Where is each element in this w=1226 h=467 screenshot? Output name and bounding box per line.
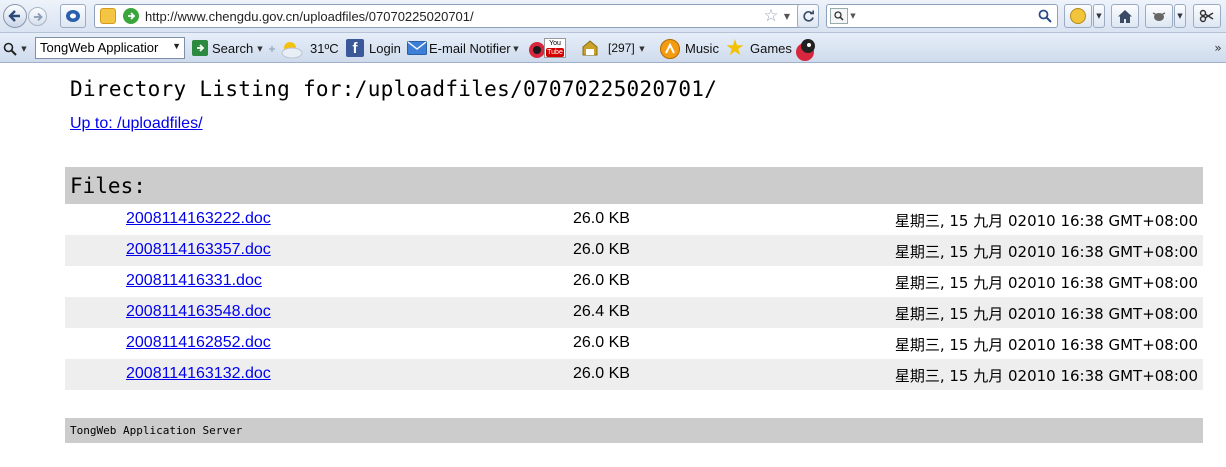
file-size: 26.0 KB [573,334,630,351]
file-size: 26.0 KB [573,241,630,258]
games-label[interactable]: Games [750,41,792,56]
server-name: TongWeb Application Server [70,424,243,437]
file-date: 星期三, 15 九月 02010 16:38 GMT+08:00 [894,212,1198,230]
reload-icon [802,10,814,22]
file-size: 26.0 KB [573,272,630,289]
reload-button[interactable] [797,4,819,28]
search-more-icon[interactable]: ▼ [256,45,264,53]
forward-button[interactable] [28,7,47,26]
star-games-icon[interactable]: ★ [724,36,746,61]
file-link[interactable]: 2008114163357.doc [126,241,271,259]
search-engine-dropdown-icon[interactable]: ▼ [849,11,857,21]
file-row: 2008114162852.doc 26.0 KB 星期三, 15 九月 020… [65,328,1203,359]
weather-icon[interactable] [266,38,306,60]
smiley-face-icon [1070,8,1086,24]
file-row: 2008114163357.doc 26.0 KB 星期三, 15 九月 020… [65,235,1203,266]
file-link[interactable]: 2008114162852.doc [126,334,271,352]
back-arrow-icon [8,10,20,22]
file-link[interactable]: 2008114163132.doc [126,365,271,383]
login-label[interactable]: Login [369,41,401,56]
toolbar-select[interactable]: TongWeb Applicatior ▼ [35,37,185,59]
file-date: 星期三, 15 九月 02010 16:38 GMT+08:00 [894,274,1198,292]
go-icon[interactable] [123,8,139,24]
toolbar-search-label[interactable]: Search [212,41,253,56]
bug-dropdown-button[interactable]: ▼ [1174,4,1186,28]
navigation-toolbar: http://www.chengdu.gov.cn/uploadfiles/07… [0,0,1226,33]
recent-pages-icon [66,10,80,22]
url-text[interactable]: http://www.chengdu.gov.cn/uploadfiles/07… [145,9,474,24]
addon-dropdown-button[interactable]: ▼ [1093,4,1105,28]
search-engine-icon[interactable] [830,8,848,24]
server-footer: TongWeb Application Server [65,418,1203,443]
file-date: 星期三, 15 九月 02010 16:38 GMT+08:00 [894,336,1198,354]
home-button[interactable] [1111,4,1139,28]
bug-button[interactable] [1145,4,1173,28]
search-field[interactable]: ▼ [826,4,1058,28]
toolbar-menu-dropdown-icon[interactable]: ▼ [20,45,28,53]
url-dropdown-icon[interactable]: ▼ [782,10,792,22]
toolbar-select-value: TongWeb Applicatior [40,40,159,55]
file-row: 200811416331.doc 26.0 KB 星期三, 15 九月 0201… [65,266,1203,297]
file-link[interactable]: 2008114163548.doc [126,303,271,321]
music-label[interactable]: Music [685,41,719,56]
file-date: 星期三, 15 九月 02010 16:38 GMT+08:00 [894,243,1198,261]
music-icon[interactable] [660,39,680,59]
file-date: 星期三, 15 九月 02010 16:38 GMT+08:00 [894,367,1198,385]
count-badge[interactable]: [297] [608,41,635,55]
files-heading-bar: Files: [65,167,1203,204]
file-size: 26.0 KB [573,365,630,382]
file-row: 2008114163132.doc 26.0 KB 星期三, 15 九月 020… [65,359,1203,390]
forward-arrow-icon [33,12,43,21]
file-size: 26.4 KB [573,303,630,320]
bug-icon [1152,12,1166,21]
url-bar[interactable]: http://www.chengdu.gov.cn/uploadfiles/07… [94,4,818,28]
files-heading: Files: [70,174,146,198]
email-icon[interactable] [407,41,427,55]
addon-face-button[interactable] [1064,4,1092,28]
inbox-icon[interactable] [580,39,600,57]
back-button[interactable] [3,4,27,28]
select-arrow-icon: ▼ [172,41,181,51]
history-button[interactable] [60,4,86,28]
up-directory-link[interactable]: Up to: /uploadfiles/ [70,115,203,133]
file-size: 26.0 KB [573,210,630,227]
bookmark-star-icon[interactable]: ☆ [762,6,780,26]
email-notifier-label[interactable]: E-mail Notifier [429,41,511,56]
home-icon [1118,9,1132,23]
toolbar-overflow-icon[interactable]: » [1212,41,1224,55]
count-dropdown-icon[interactable]: ▼ [638,45,646,53]
page-title: Directory Listing for:/uploadfiles/07070… [70,77,718,101]
file-row: 2008114163222.doc 26.0 KB 星期三, 15 九月 020… [65,204,1203,235]
facebook-icon[interactable]: f [346,39,364,57]
site-favicon-icon [100,8,116,24]
file-date: 星期三, 15 九月 02010 16:38 GMT+08:00 [894,305,1198,323]
search-icon[interactable] [1036,7,1054,25]
toolbar-search-icon[interactable] [2,41,18,57]
search-go-icon[interactable] [192,40,208,56]
file-link[interactable]: 2008114163222.doc [126,210,271,228]
scissors-icon [1199,9,1214,23]
email-dropdown-icon[interactable]: ▼ [512,45,520,53]
game-character-icon[interactable] [794,36,818,62]
file-link[interactable]: 200811416331.doc [126,272,262,290]
scissors-button[interactable] [1193,4,1221,28]
youtube-icon[interactable]: You Tube [544,38,566,58]
file-row: 2008114163548.doc 26.4 KB 星期三, 15 九月 020… [65,297,1203,328]
weather-temperature[interactable]: 31ºC [310,41,339,56]
